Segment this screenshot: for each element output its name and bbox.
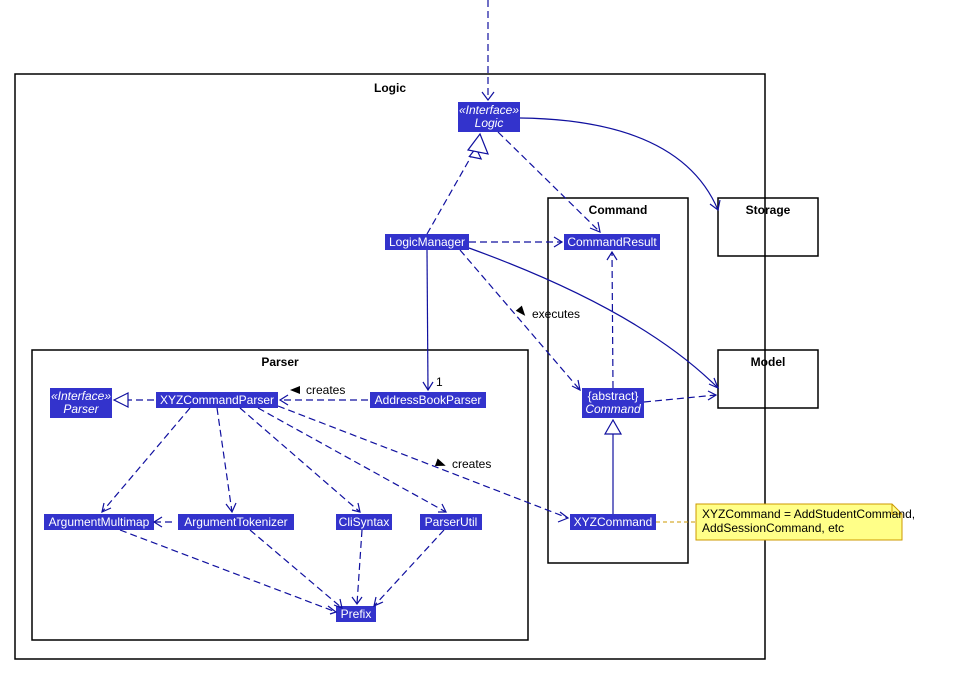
edge-logic-storage <box>520 118 718 210</box>
label-creates2: creates <box>452 457 491 471</box>
svg-text:AddressBookParser: AddressBookParser <box>375 393 482 407</box>
svg-text:«Interface»: «Interface» <box>51 389 111 403</box>
svg-text:LogicManager: LogicManager <box>389 235 465 249</box>
model-package-label: Model <box>751 355 786 369</box>
addressbook-parser-class: AddressBookParser <box>370 392 486 408</box>
edge-pu-prefix <box>374 530 444 606</box>
edge-cs-prefix <box>357 530 362 604</box>
tri-xyzp-pi <box>114 393 128 407</box>
arrow-xyzp-pu <box>438 504 446 512</box>
label-creates1: creates <box>306 383 345 397</box>
edge-lm-abp <box>427 250 428 390</box>
edge-xyzp-cs <box>240 408 360 512</box>
svg-text:«Interface»: «Interface» <box>459 103 519 117</box>
parser-util-class: ParserUtil <box>420 514 482 530</box>
svg-text:XYZCommand: XYZCommand <box>574 515 653 529</box>
svg-text:Command: Command <box>585 402 641 416</box>
uml-diagram: Logic «Interface» Logic Storage Model Co… <box>0 0 966 684</box>
argument-tokenizer-class: ArgumentTokenizer <box>178 514 294 530</box>
edge-xyzp-at <box>217 408 232 512</box>
cli-syntax-class: CliSyntax <box>336 514 392 530</box>
xyz-command-class: XYZCommand <box>570 514 656 530</box>
svg-text:CommandResult: CommandResult <box>567 235 657 249</box>
logic-package-frame <box>15 74 765 659</box>
dir-executes <box>516 306 529 319</box>
command-result-class: CommandResult <box>564 234 660 250</box>
svg-text:Logic: Logic <box>475 116 504 130</box>
edge-cmd-cr <box>612 252 613 388</box>
edge-xyzp-xyzc <box>278 406 568 518</box>
command-package-frame <box>548 198 688 563</box>
svg-text:XYZCommand = AddStudentCommand: XYZCommand = AddStudentCommand, <box>702 507 915 521</box>
logic-package-label: Logic <box>374 81 406 95</box>
svg-text:ArgumentMultimap: ArgumentMultimap <box>49 515 150 529</box>
svg-text:CliSyntax: CliSyntax <box>339 515 390 529</box>
svg-text:ParserUtil: ParserUtil <box>425 515 478 529</box>
command-package-label: Command <box>589 203 648 217</box>
command-abstract-class: {abstract} Command <box>582 388 644 418</box>
tri-lm-logic <box>468 134 488 154</box>
mult-one: 1 <box>436 375 443 389</box>
edge-lm-logic <box>427 148 476 234</box>
parser-interface-class: «Interface» Parser <box>50 388 112 418</box>
edge-cmd-model <box>644 395 716 402</box>
xyz-command-parser-class: XYZCommandParser <box>156 392 278 408</box>
logic-manager-class: LogicManager <box>385 234 469 250</box>
edge-lm-model <box>469 248 718 388</box>
svg-text:Parser: Parser <box>63 402 99 416</box>
label-executes: executes <box>532 307 580 321</box>
svg-text:XYZCommandParser: XYZCommandParser <box>160 393 274 407</box>
arrow-xyzp-xyzc <box>558 512 568 522</box>
svg-text:AddSessionCommand, etc: AddSessionCommand, etc <box>702 521 844 535</box>
edge-am-prefix <box>120 530 336 612</box>
svg-text:ArgumentTokenizer: ArgumentTokenizer <box>184 515 287 529</box>
storage-package-label: Storage <box>746 203 791 217</box>
edge-xyzp-am <box>102 408 190 512</box>
edge-logic-cr <box>498 132 600 232</box>
logic-interface-class: «Interface» Logic <box>458 102 520 132</box>
svg-text:{abstract}: {abstract} <box>588 389 639 403</box>
svg-text:Prefix: Prefix <box>341 607 372 621</box>
tri-xyz-cmd <box>605 420 621 434</box>
argument-multimap-class: ArgumentMultimap <box>44 514 154 530</box>
dir-creates1 <box>290 386 300 394</box>
xyz-command-note: XYZCommand = AddStudentCommand, AddSessi… <box>696 504 915 540</box>
parser-package-label: Parser <box>261 355 299 369</box>
